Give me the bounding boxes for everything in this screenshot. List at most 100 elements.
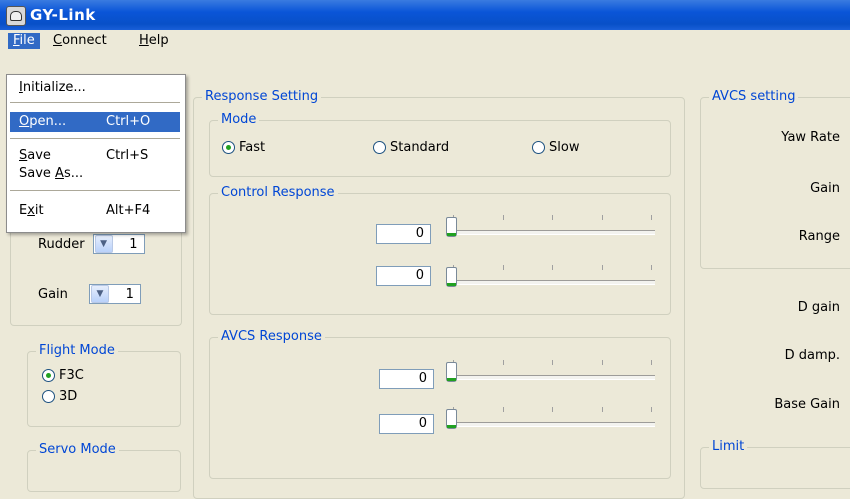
slider-tick: [651, 407, 652, 412]
save-as-label: s...: [63, 166, 84, 181]
range-label: Range: [798, 229, 840, 244]
app-icon: [6, 6, 26, 26]
radio-fast[interactable]: Fast: [222, 140, 265, 155]
d-damp-label: D damp.: [784, 348, 840, 363]
slider-tick: [651, 265, 652, 270]
control-response-group: Control Response: [209, 185, 671, 315]
control-response-value-1[interactable]: 0: [376, 224, 431, 244]
slider-tick: [651, 215, 652, 220]
slider-thumb[interactable]: [446, 362, 457, 382]
chevron-down-icon[interactable]: ▼: [90, 285, 109, 303]
slider-tick: [503, 360, 504, 365]
menu-connect-label: onnect: [62, 33, 107, 48]
exit-label: it: [34, 203, 44, 218]
exit-accel: x: [27, 203, 35, 218]
radio-3d[interactable]: 3D: [42, 389, 77, 404]
slider-tick: [552, 407, 553, 412]
slider-tick: [552, 360, 553, 365]
slider-tick: [602, 407, 603, 412]
control-response-slider-2[interactable]: [446, 265, 657, 289]
yaw-rate-label: Yaw Rate: [781, 130, 840, 145]
menu-item-initialize[interactable]: Initialize...: [10, 78, 180, 98]
radio-selected-icon: [42, 369, 55, 382]
avcs-gain-label: Gain: [810, 181, 840, 196]
menu-item-save[interactable]: Save Ctrl+S: [10, 146, 180, 166]
gain-select[interactable]: ▼ 1: [88, 284, 141, 304]
avcs-response-value-1[interactable]: 0: [379, 369, 434, 389]
slider-thumb[interactable]: [446, 267, 457, 287]
slider-thumb[interactable]: [446, 217, 457, 237]
rudder-value: 1: [129, 236, 138, 252]
menu-help-label: elp: [148, 33, 169, 48]
avcs-labels: Yaw Rate Gain Range D gain D damp. Base …: [700, 0, 840, 462]
radio-icon: [42, 390, 55, 403]
mode-group: Mode Fast Standard Slow: [209, 112, 671, 177]
slider-tick: [503, 265, 504, 270]
limit-title: Limit: [709, 439, 748, 454]
flight-mode-group: Flight Mode F3C 3D: [27, 343, 181, 427]
radio-fast-label: Fast: [239, 140, 266, 155]
window-title: GY-Link: [30, 6, 96, 24]
radio-standard[interactable]: Standard: [373, 140, 449, 155]
mode-title: Mode: [218, 112, 260, 127]
menu-item-save-as[interactable]: Save As...: [10, 164, 180, 184]
open-accel: O: [19, 114, 30, 129]
gain-label: Gain: [38, 286, 68, 302]
radio-slow-label: Slow: [549, 140, 580, 155]
menu-separator: [10, 190, 180, 191]
menu-item-open[interactable]: Open... Ctrl+O: [10, 112, 180, 132]
save-shortcut: Ctrl+S: [106, 148, 149, 163]
menu-separator: [10, 138, 180, 139]
initialize-label: nitialize...: [22, 80, 86, 95]
gain-value: 1: [125, 286, 134, 302]
slider-track: [449, 230, 655, 235]
menu-item-exit[interactable]: Exit Alt+F4: [10, 201, 180, 221]
avcs-response-value-2[interactable]: 0: [379, 414, 434, 434]
flight-mode-title: Flight Mode: [36, 343, 118, 358]
radio-icon: [532, 141, 545, 154]
avcs-response-title: AVCS Response: [218, 329, 325, 344]
radio-f3c[interactable]: F3C: [42, 368, 84, 383]
slider-thumb[interactable]: [446, 409, 457, 429]
limit-group: Limit: [700, 439, 850, 489]
menu-separator: [10, 102, 180, 103]
menu-file[interactable]: File: [8, 33, 40, 49]
slider-tick: [602, 215, 603, 220]
menu-connect[interactable]: Connect: [48, 33, 112, 49]
menu-connect-accel: C: [53, 33, 63, 48]
slider-track: [449, 422, 655, 427]
control-response-slider-1[interactable]: [446, 215, 657, 239]
chevron-down-icon[interactable]: ▼: [94, 235, 113, 253]
avcs-response-slider-1[interactable]: [446, 360, 657, 384]
radio-icon: [373, 141, 386, 154]
exit-pre: E: [19, 203, 28, 218]
radio-f3c-label: F3C: [59, 368, 84, 383]
d-gain-label: D gain: [797, 300, 840, 315]
slider-tick: [552, 265, 553, 270]
slider-tick: [602, 265, 603, 270]
slider-track: [449, 280, 655, 285]
radio-selected-icon: [222, 141, 235, 154]
avcs-response-slider-2[interactable]: [446, 407, 657, 431]
open-label: pen...: [29, 114, 67, 129]
slider-tick: [552, 215, 553, 220]
base-gain-label: Base Gain: [774, 397, 840, 412]
rudder-select[interactable]: ▼ 1: [92, 234, 145, 254]
radio-slow[interactable]: Slow: [532, 140, 579, 155]
response-setting-title: Response Setting: [202, 89, 322, 104]
gain-row: Gain ▼ 1: [38, 284, 141, 304]
servo-mode-title: Servo Mode: [36, 442, 119, 457]
menu-help-accel: H: [139, 33, 149, 48]
menu-file-label: ile: [19, 33, 35, 48]
slider-tick: [602, 360, 603, 365]
open-shortcut: Ctrl+O: [106, 114, 151, 129]
file-menu-dropdown: Initialize... Open... Ctrl+O Save Ctrl+S…: [6, 74, 186, 233]
save-label: ave: [27, 148, 51, 163]
servo-mode-group: Servo Mode: [27, 442, 181, 492]
slider-tick: [651, 360, 652, 365]
save-as-pre: Save: [19, 166, 56, 181]
menu-help[interactable]: Help: [134, 33, 174, 49]
rudder-row: Rudder ▼ 1: [38, 234, 145, 254]
control-response-value-2[interactable]: 0: [376, 266, 431, 286]
radio-standard-label: Standard: [390, 140, 450, 155]
